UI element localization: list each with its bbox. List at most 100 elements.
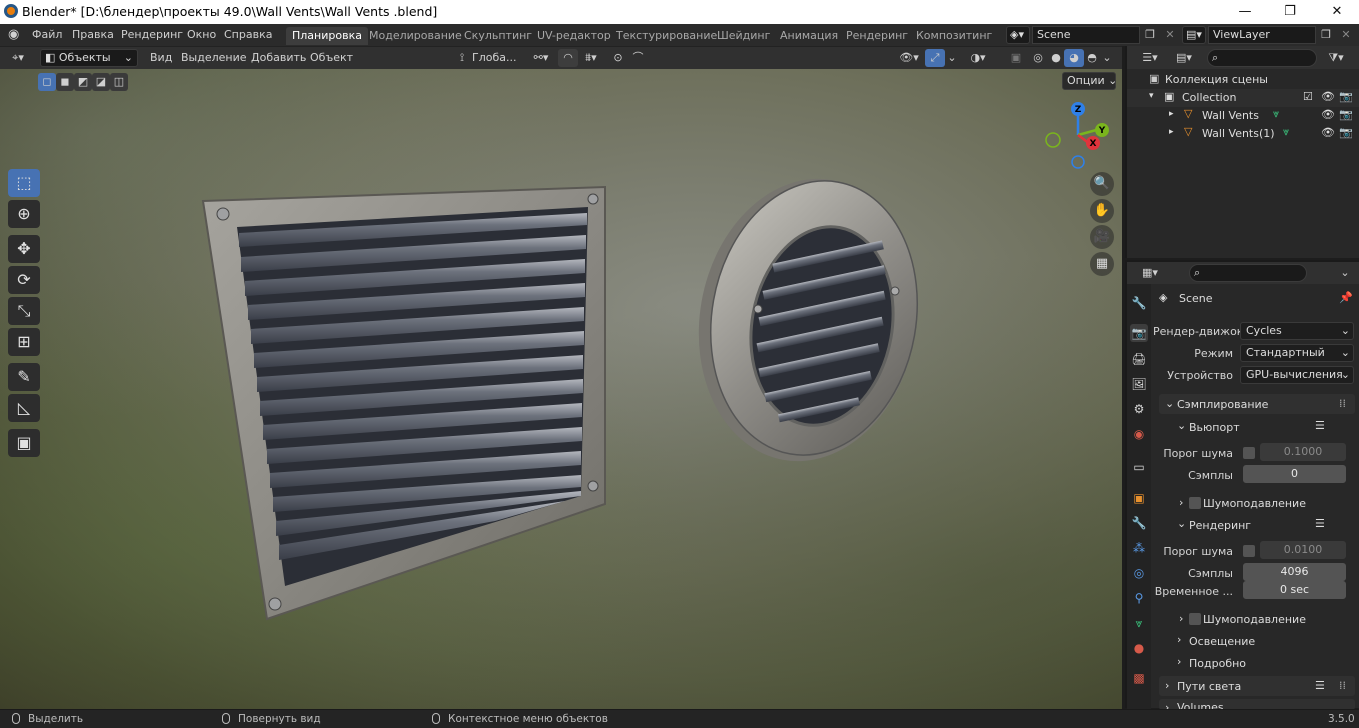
viewport-subsection-label[interactable]: Вьюпорт bbox=[1189, 421, 1240, 434]
constraints-tab-icon[interactable]: ⚲ bbox=[1130, 589, 1148, 607]
texture-tab-icon[interactable]: ▩ bbox=[1130, 669, 1148, 687]
world-tab-icon[interactable]: ◉ bbox=[1130, 425, 1148, 443]
minimize-button[interactable]: — bbox=[1230, 2, 1260, 22]
zoom-icon[interactable]: 🔍 bbox=[1090, 172, 1114, 196]
snap-toggle-icon[interactable]: ◠ bbox=[558, 49, 578, 67]
render-denoise-label[interactable]: Шумоподавление bbox=[1203, 613, 1306, 626]
select-subtract-icon[interactable]: ◩ bbox=[74, 73, 92, 91]
snap-target-icon[interactable]: ⩩▾ bbox=[578, 49, 604, 67]
viewport-denoise-label[interactable]: Шумоподавление bbox=[1203, 497, 1306, 510]
filter-icon[interactable]: ⧩▾ bbox=[1323, 49, 1349, 67]
expand-arrow-icon[interactable]: ▸ bbox=[1169, 127, 1174, 137]
eye-icon[interactable]: 👁 bbox=[1321, 90, 1335, 103]
transform-orientation-icon[interactable]: ⟟ bbox=[452, 49, 472, 67]
menu-view[interactable]: Вид bbox=[150, 51, 172, 64]
select-invert-icon[interactable]: ◪ bbox=[92, 73, 110, 91]
scene-selector-icon[interactable]: ◈▾ bbox=[1006, 26, 1030, 44]
view-layer-tab-icon[interactable]: 🖼 bbox=[1130, 375, 1148, 393]
render-tab-icon[interactable]: 📷 bbox=[1130, 324, 1148, 342]
drag-handle-icon[interactable]: ⁞⁞ bbox=[1339, 679, 1346, 692]
data-tab-icon[interactable]: ⩔ bbox=[1130, 614, 1148, 632]
viewport-noise-threshold-field[interactable]: 0.1000 bbox=[1260, 443, 1346, 461]
shading-solid-icon[interactable]: ● bbox=[1046, 49, 1066, 67]
menu-render[interactable]: Рендеринг bbox=[121, 28, 183, 41]
view-layer-selector-icon[interactable]: ▤▾ bbox=[1182, 26, 1206, 44]
particles-tab-icon[interactable]: ⁂ bbox=[1130, 539, 1148, 557]
modifier-tab-icon[interactable]: 🔧 bbox=[1130, 514, 1148, 532]
annotate-tool-icon[interactable]: ✎ bbox=[8, 363, 40, 391]
physics-tab-icon[interactable]: ◎ bbox=[1130, 564, 1148, 582]
menu-help[interactable]: Справка bbox=[224, 28, 272, 41]
lights-subsection-label[interactable]: Освещение bbox=[1189, 635, 1255, 648]
overlays-icon[interactable]: ◑▾ bbox=[965, 49, 991, 67]
device-dropdown[interactable]: GPU-вычисления ⌄ bbox=[1240, 366, 1354, 384]
select-new-icon[interactable]: ◻ bbox=[38, 73, 56, 91]
exclude-checkbox-icon[interactable]: ☑ bbox=[1303, 90, 1313, 103]
rotate-tool-icon[interactable]: ⟳ bbox=[8, 266, 40, 294]
maximize-button[interactable]: ❐ bbox=[1275, 2, 1305, 22]
outliner-row-scene-collection[interactable]: ▣ Коллекция сцены bbox=[1127, 71, 1359, 89]
transform-orientation-label[interactable]: Глоба... bbox=[472, 51, 516, 64]
render-noise-threshold-field[interactable]: 0.0100 bbox=[1260, 541, 1346, 559]
tab-uv-editing[interactable]: UV-редактор bbox=[531, 27, 617, 45]
eye-icon[interactable]: 👁 bbox=[1321, 126, 1335, 139]
cursor-tool-icon[interactable]: ⊕ bbox=[8, 200, 40, 228]
shading-rendered-icon[interactable]: ◓ bbox=[1082, 49, 1102, 67]
list-options-icon[interactable]: ☰ bbox=[1315, 517, 1325, 530]
wall-vent-round-object[interactable] bbox=[690, 174, 925, 469]
tab-compositing[interactable]: Композитинг bbox=[910, 27, 998, 45]
list-options-icon[interactable]: ☰ bbox=[1315, 679, 1325, 692]
pan-hand-icon[interactable]: ✋ bbox=[1090, 199, 1114, 223]
tab-texture-paint[interactable]: Текстурирование bbox=[610, 27, 723, 45]
drag-handle-icon[interactable]: ⁞⁞ bbox=[1339, 397, 1346, 410]
menu-object[interactable]: Объект bbox=[310, 51, 353, 64]
tab-modeling[interactable]: Моделирование bbox=[363, 27, 468, 45]
tab-shading[interactable]: Шейдинг bbox=[711, 27, 776, 45]
properties-editor-icon[interactable]: ▦▾ bbox=[1137, 264, 1163, 282]
collapse-arrow-icon[interactable]: ▾ bbox=[1149, 91, 1154, 101]
object-tab-icon[interactable]: ▣ bbox=[1130, 489, 1148, 507]
options-dropdown[interactable]: Опции ⌄ bbox=[1062, 72, 1117, 90]
expand-arrow-icon[interactable]: ▸ bbox=[1169, 109, 1174, 119]
3d-viewport[interactable]: ◻ ◼ ◩ ◪ ◫ Опции ⌄ ⬚ ⊕ ✥ ⟳ ⤡ ⊞ ✎ ◺ ▣ Z Y … bbox=[0, 69, 1122, 709]
pin-icon[interactable]: 📌 bbox=[1339, 291, 1353, 304]
gizmo-dropdown-icon[interactable]: ⌄ bbox=[945, 49, 959, 67]
xray-icon[interactable]: ▣ bbox=[1006, 49, 1026, 67]
add-cube-tool-icon[interactable]: ▣ bbox=[8, 429, 40, 457]
gizmo-neg-z[interactable] bbox=[1071, 155, 1085, 169]
collection-tab-icon[interactable]: ▭ bbox=[1130, 458, 1148, 476]
shading-dropdown-icon[interactable]: ⌄ bbox=[1100, 49, 1114, 67]
scene-tab-icon[interactable]: ⚙ bbox=[1130, 400, 1148, 418]
viewport-denoise-checkbox[interactable] bbox=[1189, 497, 1201, 509]
mode-selector[interactable]: ◧ Объекты ⌄ bbox=[40, 49, 138, 67]
adaptive-sampling-checkbox[interactable] bbox=[1243, 447, 1255, 459]
pivot-point-icon[interactable]: ⚯▾ bbox=[528, 49, 554, 67]
menu-file[interactable]: Файл bbox=[32, 28, 62, 41]
time-limit-field[interactable]: 0 sec bbox=[1243, 581, 1346, 599]
render-subsection-label[interactable]: Рендеринг bbox=[1189, 519, 1251, 532]
outliner-row-collection[interactable]: ▾ ▣ Collection ☑ 👁 📷 bbox=[1127, 89, 1359, 107]
gizmo-toggle-icon[interactable]: ⤢ bbox=[925, 49, 945, 67]
menu-edit[interactable]: Правка bbox=[72, 28, 114, 41]
display-mode-icon[interactable]: ▤▾ bbox=[1171, 49, 1197, 67]
menu-window[interactable]: Окно bbox=[187, 28, 216, 41]
scene-name-field[interactable]: Scene bbox=[1032, 26, 1140, 44]
output-tab-icon[interactable]: 🖨 bbox=[1130, 350, 1148, 368]
properties-options-icon[interactable]: ⌄ bbox=[1337, 264, 1353, 282]
tab-sculpting[interactable]: Скульптинг bbox=[458, 27, 538, 45]
shading-wireframe-icon[interactable]: ◎ bbox=[1028, 49, 1048, 67]
tool-tab-icon[interactable]: 🔧 bbox=[1130, 294, 1148, 312]
measure-tool-icon[interactable]: ◺ bbox=[8, 394, 40, 422]
render-camera-icon[interactable]: 📷 bbox=[1339, 90, 1353, 103]
sampling-section[interactable]: ⌄ Сэмплирование ⁞⁞ bbox=[1159, 394, 1355, 414]
outliner-search-input[interactable]: ⌕ bbox=[1207, 49, 1317, 67]
outliner-editor-icon[interactable]: ☰▾ bbox=[1137, 49, 1163, 67]
viewport-samples-field[interactable]: 0 bbox=[1243, 465, 1346, 483]
close-button[interactable]: ✕ bbox=[1322, 2, 1352, 22]
ortho-grid-icon[interactable]: ▦ bbox=[1090, 252, 1114, 276]
editor-type-icon[interactable]: ⌖▾ bbox=[8, 49, 28, 67]
render-engine-dropdown[interactable]: Cycles ⌄ bbox=[1240, 322, 1354, 340]
new-scene-icon[interactable]: ❐ bbox=[1140, 26, 1160, 44]
menu-add[interactable]: Добавить bbox=[251, 51, 306, 64]
outliner-row-wall-vents-1[interactable]: ▸ ▽ Wall Vents(1) ⩔ 👁 📷 bbox=[1127, 125, 1359, 143]
